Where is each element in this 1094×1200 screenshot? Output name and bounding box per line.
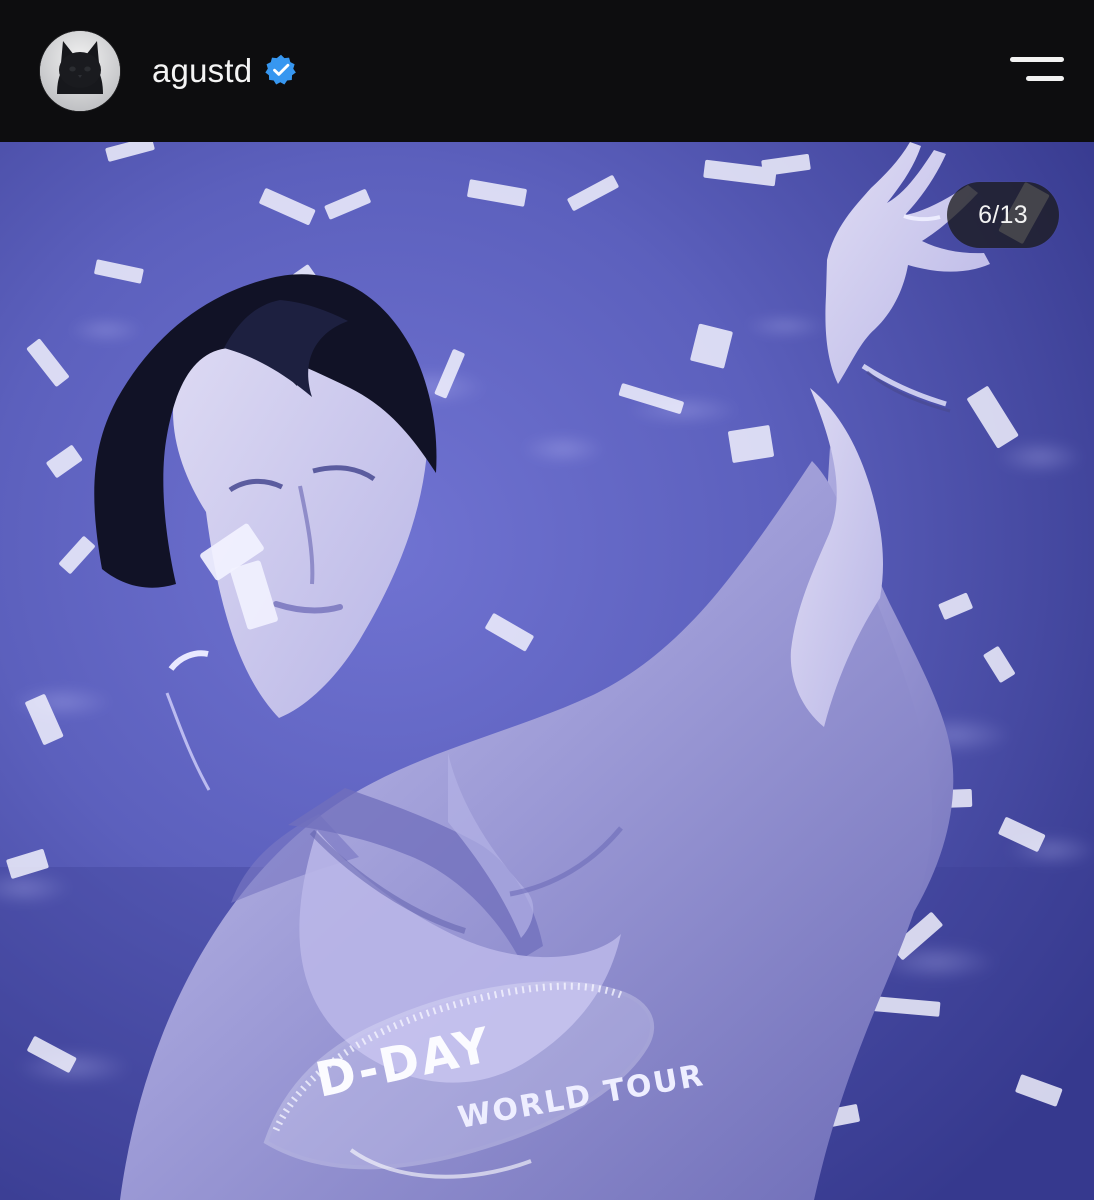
username[interactable]: agustd [152, 54, 252, 87]
menu-button[interactable] [1002, 47, 1064, 91]
post-viewer: agustd D-DAY WORLD TOUR 6/13 [0, 0, 1094, 1200]
account-name-group[interactable]: agustd [152, 53, 298, 87]
profile-header: agustd [0, 0, 1094, 142]
post-photo[interactable]: D-DAY WORLD TOUR 6/13 [0, 142, 1094, 1200]
slide-counter: 6/13 [947, 182, 1059, 248]
menu-line-bottom [1026, 76, 1064, 81]
cat-avatar-icon [40, 31, 120, 111]
verified-badge-icon [265, 54, 297, 85]
concert-photo-illustration: D-DAY WORLD TOUR [0, 142, 1094, 1200]
profile-avatar[interactable] [40, 31, 120, 111]
menu-line-top [1010, 57, 1064, 62]
